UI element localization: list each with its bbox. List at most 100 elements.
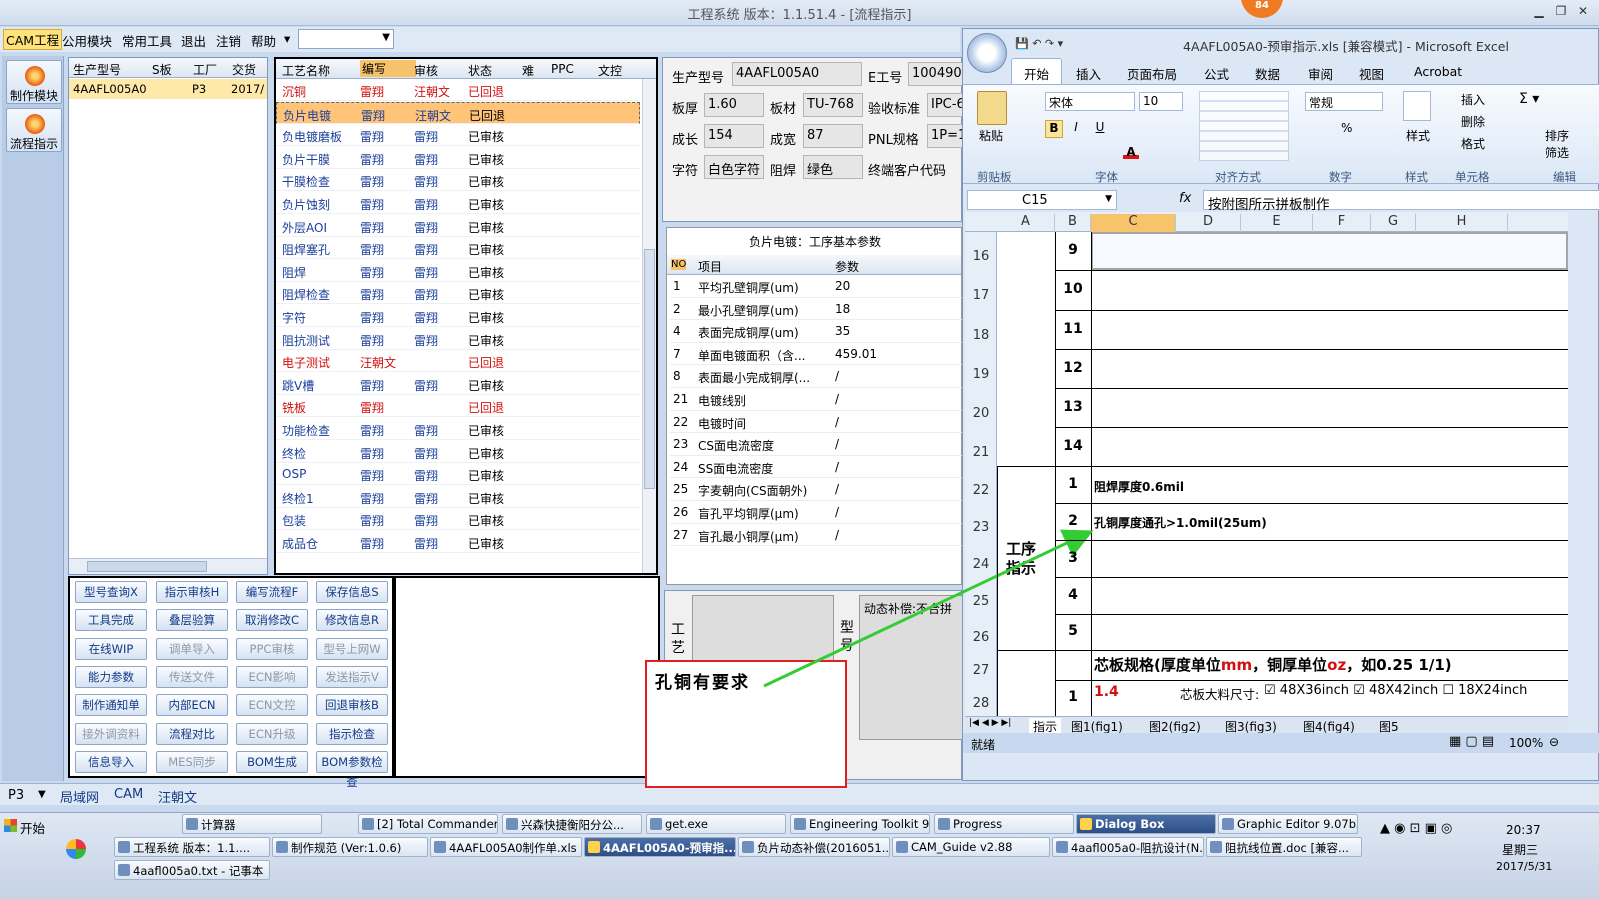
table-row[interactable]: 包装 雷翔 雷翔 已审核: [276, 508, 640, 531]
cell-c22[interactable]: 阻焊厚度0.6mil: [1094, 478, 1184, 495]
row-number-cell[interactable]: 10: [1055, 281, 1091, 297]
filter-button[interactable]: 筛选: [1545, 144, 1569, 161]
table-row[interactable]: 功能检查 雷翔 雷翔 已审核: [276, 418, 640, 440]
column-header-cell[interactable]: E: [1241, 214, 1313, 232]
table-row[interactable]: 23 CS面电流密度 /: [670, 433, 962, 456]
action-button[interactable]: 传送文件: [156, 665, 228, 688]
table-row[interactable]: 字符 雷翔 雷翔 已审核: [276, 305, 640, 327]
horizontal-scrollbar[interactable]: [69, 558, 267, 574]
action-button[interactable]: 保存信息S: [316, 581, 388, 603]
thickness-field[interactable]: 1.60: [704, 93, 764, 117]
taskbar-button[interactable]: Progress: [934, 814, 1074, 834]
table-row[interactable]: 27 盲孔最小铜厚(μm) /: [670, 524, 962, 547]
row-header-cell[interactable]: 16: [965, 249, 997, 264]
checkbox-48x42[interactable]: ☑: [1353, 683, 1365, 698]
sum-icon[interactable]: Σ ▾: [1519, 91, 1539, 107]
action-button[interactable]: 工具完成: [75, 609, 147, 632]
sheet-tab[interactable]: 图4(fig4): [1303, 718, 1355, 733]
taskbar-button[interactable]: 4AAFL005A0-预审指...: [584, 837, 736, 857]
font-name-box[interactable]: 宋体: [1045, 92, 1135, 111]
action-button[interactable]: 型号上网W: [316, 637, 388, 660]
table-row[interactable]: OSP 雷翔 雷翔 已审核: [276, 463, 640, 486]
tab-formulas[interactable]: 公式: [1204, 64, 1229, 83]
sort-button[interactable]: 排序: [1545, 127, 1569, 144]
taskbar-button[interactable]: 4aafl005a0.txt - 记事本: [114, 860, 270, 880]
column-header-cell[interactable]: H: [1416, 214, 1508, 232]
table-row[interactable]: 7 单面电镀面积（含... 459.01: [670, 343, 962, 366]
character-field[interactable]: 白色字符: [704, 155, 764, 179]
styles-icon[interactable]: [1403, 91, 1431, 121]
taskbar-button[interactable]: Dialog Box: [1076, 814, 1216, 834]
tab-acrobat[interactable]: Acrobat: [1414, 64, 1462, 79]
row-header-cell[interactable]: 24: [965, 557, 997, 572]
table-row[interactable]: 阻抗测试 雷翔 雷翔 已审核: [276, 328, 640, 350]
font-color-icon[interactable]: A: [1123, 145, 1139, 159]
table-row[interactable]: 跳V槽 雷翔 雷翔 已审核: [276, 373, 640, 395]
quick-launch-icons[interactable]: [118, 817, 180, 835]
action-button[interactable]: 叠层验算: [156, 609, 228, 632]
standard-field[interactable]: IPC-6: [927, 93, 963, 117]
action-button[interactable]: 流程对比: [156, 722, 228, 745]
tray-icons[interactable]: ▲ ◉ ⊡ ▣ ◎: [1380, 821, 1452, 836]
zoom-level[interactable]: 100%: [1509, 736, 1543, 750]
bold-button[interactable]: B: [1045, 120, 1063, 138]
action-button[interactable]: 编写流程F: [236, 581, 308, 603]
taskbar-button[interactable]: 制作规范 (Ver:1.0.6): [272, 837, 428, 857]
pnl-field[interactable]: 1P=1: [927, 124, 963, 148]
table-row[interactable]: 24 SS面电流密度 /: [670, 456, 962, 479]
action-button[interactable]: 内部ECN: [156, 694, 228, 717]
chevron-down-icon[interactable]: ▼: [38, 789, 46, 800]
action-button[interactable]: 信息导入: [75, 750, 147, 773]
fx-icon[interactable]: fx: [1179, 191, 1191, 206]
row-header-cell[interactable]: 17: [965, 288, 997, 303]
column-header-cell[interactable]: B: [1055, 214, 1091, 232]
action-button[interactable]: PPC审核: [236, 637, 308, 660]
paste-label[interactable]: 粘贴: [979, 127, 1003, 144]
status-plant[interactable]: P3: [8, 788, 24, 803]
taskbar-button[interactable]: Engineering Toolkit 9....: [790, 814, 930, 834]
note-textbox[interactable]: 动态补偿:不合拼: [859, 595, 963, 740]
underline-button[interactable]: U: [1091, 120, 1109, 138]
table-row[interactable]: 负片电镀 雷翔 汪朝文 已回退: [276, 101, 640, 124]
sheet-nav-icon[interactable]: |◀ ◀ ▶ ▶|: [969, 718, 1011, 728]
view-buttons-icon[interactable]: ▦ ▢ ▤: [1449, 734, 1494, 749]
column-header-cell[interactable]: F: [1313, 214, 1371, 232]
solder-mask-field[interactable]: 绿色: [803, 155, 863, 179]
selected-cell[interactable]: [1091, 232, 1568, 270]
row-header-cell[interactable]: 26: [965, 630, 997, 645]
taskbar-button[interactable]: 负片动态补偿(2016051...: [738, 837, 890, 857]
delete-cells-button[interactable]: 删除: [1461, 113, 1485, 130]
row-header-cell[interactable]: 22: [965, 483, 997, 498]
row-header-cell[interactable]: 23: [965, 520, 997, 535]
tab-review[interactable]: 审阅: [1308, 64, 1333, 83]
sheet-tab[interactable]: 指示: [1029, 718, 1062, 733]
table-row[interactable]: 22 电镀时间 /: [670, 411, 962, 434]
action-button[interactable]: 能力参数: [75, 665, 147, 688]
action-button[interactable]: 取消修改C: [236, 609, 308, 632]
menu-help[interactable]: 帮助: [251, 31, 276, 50]
row-number-cell[interactable]: 3: [1055, 550, 1091, 566]
start-button[interactable]: 开始: [2, 815, 50, 837]
action-button[interactable]: 在线WIP: [75, 637, 147, 660]
row-number-cell[interactable]: 1: [1055, 476, 1091, 492]
sheet-tab[interactable]: 图3(fig3): [1225, 718, 1277, 733]
table-row[interactable]: 负片干膜 雷翔 雷翔 已审核: [276, 147, 640, 169]
column-header-cell[interactable]: A: [997, 214, 1055, 232]
table-row[interactable]: 2 最小孔壁铜厚(um) 18: [670, 298, 962, 321]
font-size-box[interactable]: 10: [1139, 92, 1183, 111]
table-row[interactable]: 沉铜 雷翔 汪朝文 已回退: [276, 79, 640, 101]
vertical-scrollbar[interactable]: [642, 79, 656, 573]
restore-button[interactable]: ❐: [1552, 4, 1570, 20]
eno-field[interactable]: 100490: [908, 62, 963, 86]
action-button[interactable]: 修改信息R: [316, 609, 388, 632]
menu-combo[interactable]: ▼: [298, 29, 394, 49]
tab-page-layout[interactable]: 页面布局: [1127, 64, 1177, 83]
align-grid[interactable]: [1199, 91, 1289, 161]
taskbar-button[interactable]: Graphic Editor 9.07b2...: [1218, 814, 1358, 834]
taskbar-button[interactable]: 4AAFL005A0制作单.xls ...: [430, 837, 582, 857]
row-header-cell[interactable]: 27: [965, 663, 997, 678]
row-number-cell[interactable]: 11: [1055, 321, 1091, 337]
multicolor-icon[interactable]: [66, 839, 86, 859]
table-row[interactable]: 成品仓 雷翔 雷翔 已审核: [276, 531, 640, 553]
styles-label[interactable]: 样式: [1406, 127, 1430, 144]
